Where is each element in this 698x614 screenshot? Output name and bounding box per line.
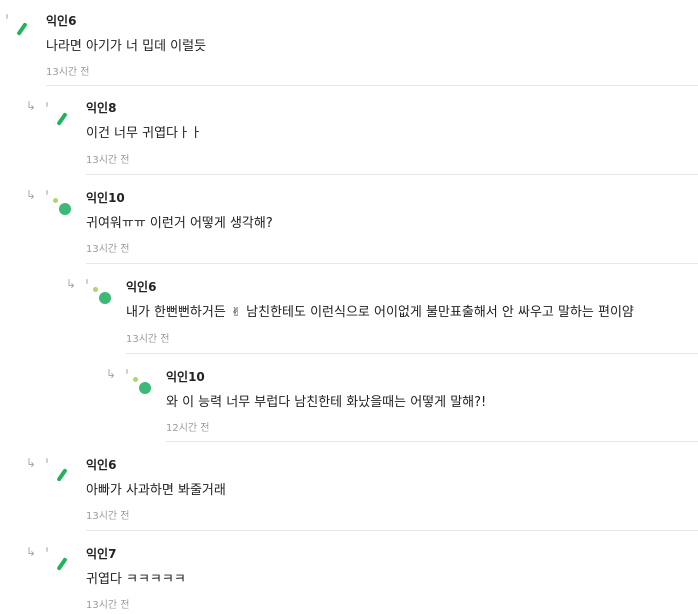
comment-author: 익인8	[86, 101, 117, 115]
comment-text: 내가 한뻔뻔하거든 ✌ 남친한테도 이런식으로 어이없게 불만표출해서 안 싸우…	[126, 301, 634, 320]
avatar-icon	[6, 10, 40, 50]
comment-text: 아빠가 사과하면 봐줄거래	[86, 483, 226, 498]
comment-item: ↳ 익인6 아빠가 사과하면 봐줄거래 13시간 전	[0, 442, 698, 531]
comment-time: 13시간 전	[126, 334, 170, 345]
comment-text: 귀엽다 ㅋㅋㅋㅋㅋ	[86, 572, 186, 587]
comment-text-part: 내가 한뻔뻔하거든	[126, 305, 226, 320]
comment-item: 익인6 나라면 아기가 너 밉데 이럴듯 13시간 전	[0, 0, 698, 86]
comment-item: ↳ 익인10 와 이 능력 너무 부럽다 남친한테 화났을때는 어떻게 말해?!…	[0, 354, 698, 442]
reply-arrow-icon: ↳	[26, 99, 37, 113]
avatar-icon	[86, 276, 120, 316]
comment-author: 익인10	[86, 191, 125, 205]
comment-author: 익인10	[166, 370, 205, 384]
reply-arrow-icon: ↳	[26, 545, 37, 559]
victory-hand-icon: ✌	[230, 305, 242, 319]
comment-text: 나라면 아기가 너 밉데 이럴듯	[46, 39, 207, 54]
comment-item: ↳ 익인10 귀여워ㅠㅠ 이런거 어떻게 생각해? 13시간 전	[0, 175, 698, 264]
comment-item: ↳ 익인6 내가 한뻔뻔하거든 ✌ 남친한테도 이런식으로 어이없게 불만표출해…	[0, 264, 698, 354]
comment-item: ↳ 익인7 귀엽다 ㅋㅋㅋㅋㅋ 13시간 전	[0, 531, 698, 614]
reply-arrow-icon: ↳	[26, 456, 37, 470]
comment-author: 익인6	[86, 458, 117, 472]
comment-time: 13시간 전	[86, 155, 130, 166]
comment-author: 익인6	[46, 14, 77, 28]
comment-time: 12시간 전	[166, 423, 210, 434]
reply-arrow-icon: ↳	[26, 188, 37, 202]
avatar-icon	[46, 454, 80, 494]
comment-time: 13시간 전	[46, 67, 90, 78]
comment-text: 이건 너무 귀엽다ㅏㅏ	[86, 126, 202, 141]
comment-author: 익인7	[86, 547, 117, 561]
reply-arrow-icon: ↳	[106, 367, 117, 381]
comment-item: ↳ 익인8 이건 너무 귀엽다ㅏㅏ 13시간 전	[0, 86, 698, 175]
comment-text: 귀여워ㅠㅠ 이런거 어떻게 생각해?	[86, 216, 273, 231]
comment-time: 13시간 전	[86, 600, 130, 611]
reply-arrow-icon: ↳	[66, 277, 77, 291]
avatar-icon	[46, 187, 80, 227]
avatar-icon	[46, 543, 80, 583]
comment-time: 13시간 전	[86, 511, 130, 522]
comment-time: 13시간 전	[86, 244, 130, 255]
comment-text: 와 이 능력 너무 부럽다 남친한테 화났을때는 어떻게 말해?!	[166, 395, 487, 410]
avatar-icon	[46, 98, 80, 138]
comment-author: 익인6	[126, 280, 157, 294]
comment-text-part: 남친한테도 이런식으로 어이없게 불만표출해서 안 싸우고 말하는 편이얌	[246, 305, 634, 320]
avatar-icon	[126, 366, 160, 406]
